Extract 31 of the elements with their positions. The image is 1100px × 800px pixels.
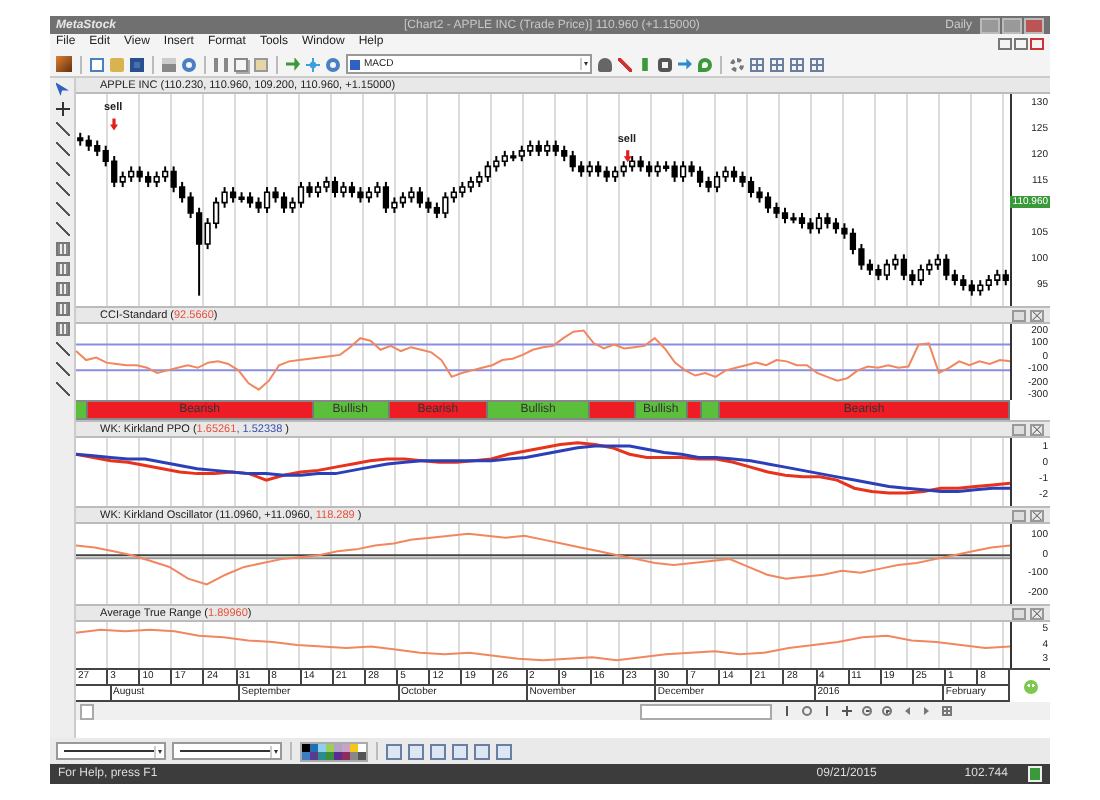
- dropdown-arrow-icon[interactable]: [154, 745, 164, 757]
- save-icon[interactable]: [130, 57, 144, 71]
- scroll-left-icon[interactable]: [80, 703, 94, 719]
- line-style-dropdown[interactable]: [56, 742, 166, 760]
- restore-icon[interactable]: [1012, 607, 1026, 619]
- scrollbar[interactable]: [640, 703, 772, 719]
- crosshair-icon[interactable]: [55, 102, 69, 116]
- close-icon[interactable]: [1030, 607, 1044, 619]
- window-buttons-icon[interactable]: [980, 17, 1044, 33]
- line-width-dropdown[interactable]: [172, 742, 282, 760]
- restore-icon[interactable]: [1012, 509, 1026, 521]
- color-palette-drawing[interactable]: [300, 741, 368, 761]
- document-window-buttons-icon[interactable]: [998, 37, 1044, 49]
- pointer-icon[interactable]: [55, 82, 69, 96]
- circle-icon[interactable]: [802, 706, 812, 716]
- close-icon[interactable]: [1030, 309, 1044, 321]
- app-logo-icon[interactable]: [56, 56, 72, 72]
- close-icon[interactable]: [1030, 423, 1044, 435]
- grid-icon[interactable]: [942, 706, 952, 716]
- copy-icon[interactable]: [234, 57, 248, 71]
- restore-icon[interactable]: [1012, 423, 1026, 435]
- dropdown-arrow-icon[interactable]: [270, 745, 280, 757]
- smiley-icon[interactable]: [1023, 679, 1037, 693]
- close-icon[interactable]: [1030, 509, 1044, 521]
- bullish-segment: [76, 402, 88, 418]
- new-document-icon[interactable]: [90, 57, 104, 71]
- dropdown-arrow-icon[interactable]: [580, 58, 590, 70]
- minus-circle-icon[interactable]: [862, 706, 872, 716]
- bearish-segment: [589, 402, 637, 418]
- bullish-segment: [702, 402, 721, 418]
- restore-icon[interactable]: [1012, 309, 1026, 321]
